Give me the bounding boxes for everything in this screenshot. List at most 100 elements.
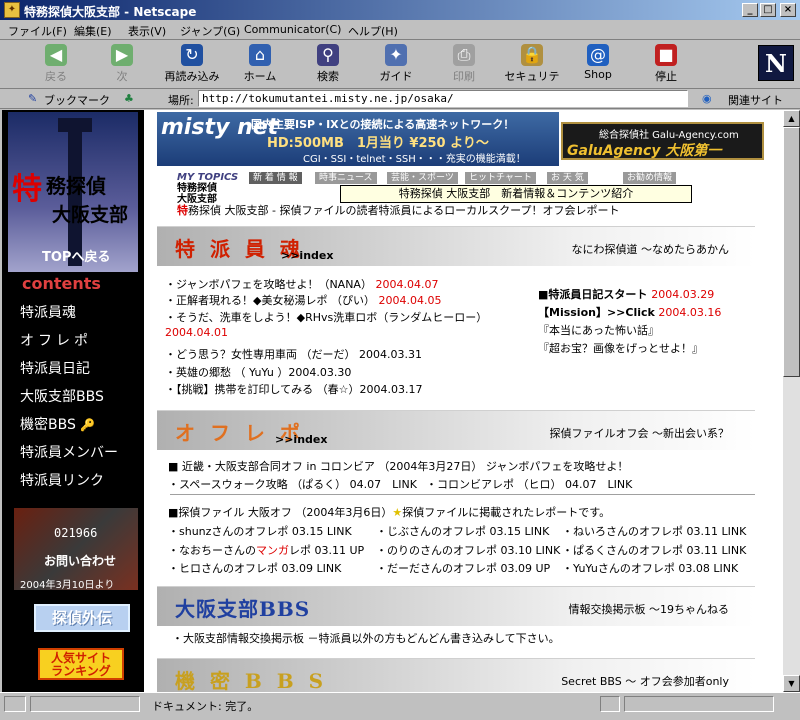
report-item[interactable]: ・shunzさんのオフレポ 03.15 LINK <box>168 523 352 539</box>
item-date: 2004.04.05 <box>378 294 442 307</box>
sidebar-item-members[interactable]: 特派員メンバー <box>20 442 118 462</box>
mission-text: 【Mission】>>Click <box>538 306 655 319</box>
menu-view[interactable]: 表示(V) <box>128 23 166 39</box>
related-sites-icon[interactable]: ◉ <box>702 92 712 105</box>
menu-go[interactable]: ジャンプ(G) <box>180 23 240 39</box>
report-item[interactable]: ・なおちーさんのマンガレポ 03.11 UP <box>168 542 364 558</box>
sidebar-item-kimitsu[interactable]: 機密BBS 🔑 <box>20 414 95 434</box>
bookmarks-button[interactable]: ブックマーク <box>44 92 110 108</box>
menu-communicator[interactable]: Communicator(C) <box>244 23 341 36</box>
mission-link-2[interactable]: 『超お宝？画像をげっとせよ！』 <box>538 340 703 356</box>
mission-link-1[interactable]: 『本当にあった怖い話』 <box>538 322 659 338</box>
misty-banner[interactable]: misty net 国内主要ISP・IXとの接続による高速ネットワーク！ HD:… <box>157 112 559 166</box>
maximize-button[interactable]: □ <box>760 3 776 17</box>
menu-file[interactable]: ファイル(F) <box>8 23 67 39</box>
tab-recommend[interactable]: お勧め情報 <box>623 172 677 184</box>
list-item[interactable]: ・英雄の郷愁 （ YuYu ）2004.03.30 <box>165 364 351 380</box>
reload-icon: ↻ <box>181 44 203 66</box>
offrepo-spacewalk[interactable]: ・スペースウォーク攻略 （ぱるく） 04.07 LINK <box>168 476 417 492</box>
print-icon: ⎙ <box>453 44 475 66</box>
list-item[interactable]: ・正解者現れる！◆美女秘湯レポ （ぴい） 2004.04.05 <box>165 292 441 308</box>
offrepo-index-link[interactable]: >>index <box>275 433 327 446</box>
minimize-button[interactable]: _ <box>742 3 758 17</box>
related-sites-button[interactable]: 関連サイト <box>728 92 783 108</box>
report-item[interactable]: ・だーださんのオフレポ 03.09 UP <box>376 560 550 576</box>
menu-edit[interactable]: 編集(E) <box>74 23 112 39</box>
tab-news[interactable]: 新 着 情 報 <box>249 172 302 184</box>
scroll-up-arrow-icon[interactable]: ▲ <box>783 110 800 127</box>
security-button[interactable]: 🔒セキュリティ <box>500 44 564 99</box>
ranking-l1: 人気サイト <box>50 651 111 665</box>
report-item[interactable]: ・じぶさんのオフレポ 03.15 LINK <box>376 523 549 539</box>
tantei-gaiden-button[interactable]: 探偵外伝 <box>34 604 130 632</box>
list-item[interactable]: ・ジャンボパフェを攻略せよ！（NANA） 2004.04.07 <box>165 276 438 292</box>
misty-line1: 国内主要ISP・IXとの接続による高速ネットワーク！ <box>251 118 515 131</box>
list-item[interactable]: ・【挑戦】携帯を訂印してみる （春☆）2004.03.17 <box>165 381 423 397</box>
tab-weather[interactable]: お 天 気 <box>547 172 588 184</box>
list-item[interactable]: ・そうだ、洗車をしよう！◆RHvs洗車ロボ（ランダムヒーロー） <box>165 309 487 325</box>
sidebar-item-offrepo[interactable]: オフレポ <box>20 330 92 350</box>
status-bar: ドキュメント: 完了。 <box>0 692 800 720</box>
site-logo[interactable]: 特 務探偵 大阪支部 TOPへ戻る <box>8 112 138 272</box>
security-lock-icon[interactable] <box>600 696 620 712</box>
top-back-link[interactable]: TOPへ戻る <box>42 246 110 265</box>
report-item[interactable]: ・YuYuさんのオフレポ 03.08 LINK <box>562 560 738 576</box>
offrepo-colombia[interactable]: ・コロンビアレポ （ヒロ） 04.07 LINK <box>426 476 632 492</box>
site-sidebar: 特 務探偵 大阪支部 TOPへ戻る contents 特派員魂 オフレポ 特派員… <box>2 110 144 692</box>
item-date: 2004.04.07 <box>375 278 439 291</box>
report-item[interactable]: ・ねいろさんのオフレポ 03.11 LINK <box>562 523 746 539</box>
home-button[interactable]: ⌂ ホーム <box>232 44 288 86</box>
news-ticker[interactable]: 特務探偵 大阪支部 - 探偵ファイルの読者特派員によるローカルスクープ！オフ会レ… <box>177 202 619 218</box>
report-item[interactable]: ・のりのさんのオフレポ 03.10 LINK <box>376 542 560 558</box>
ranking-button[interactable]: 人気サイト ランキング <box>38 648 124 680</box>
mission-item[interactable]: 【Mission】>>Click 2004.03.16 <box>538 304 721 320</box>
kimitsu-subtitle: Secret BBS ～ オフ会参加者only <box>561 675 729 688</box>
tab-geinou[interactable]: 芸能・スポーツ <box>387 172 458 184</box>
sidebar-item-tokuhain[interactable]: 特派員魂 <box>20 302 76 322</box>
reload-button[interactable]: ↻ 再読み込み <box>160 44 224 86</box>
guide-button[interactable]: ✦ ガイド <box>368 44 424 86</box>
netscape-app-icon[interactable]: ✦ <box>4 2 20 18</box>
sidebar-item-bbs[interactable]: 大阪支部BBS <box>20 386 104 406</box>
topics-logo: MY TOPICS 特務探偵 大阪支部 <box>177 172 238 205</box>
report-item[interactable]: ・ぱるくさんのオフレポ 03.11 LINK <box>562 542 746 558</box>
access-counter: 021966 <box>54 526 98 540</box>
scroll-thumb[interactable] <box>783 127 800 377</box>
section-kimitsu-title[interactable]: 機 密 B B S <box>175 665 327 692</box>
url-input[interactable] <box>198 90 688 107</box>
forward-button[interactable]: ▶ 次 <box>94 44 150 86</box>
bookmark-icon[interactable]: ✎ <box>28 92 37 105</box>
sidebar-item-links[interactable]: 特派員リンク <box>20 470 104 490</box>
diary-item[interactable]: ■特派員日記スタート 2004.03.29 <box>538 286 714 302</box>
shop-icon: @ <box>587 44 609 66</box>
component-bar[interactable] <box>624 696 774 712</box>
divider <box>170 494 755 495</box>
sidebar-item-diary[interactable]: 特派員日記 <box>20 358 90 378</box>
item-text: ・ジャンボパフェを攻略せよ！（NANA） <box>165 278 372 291</box>
print-button[interactable]: ⎙ 印刷 <box>436 44 492 86</box>
back-button[interactable]: ◀ 戻る <box>28 44 84 86</box>
inquiry-link[interactable]: お問い合わせ <box>44 552 116 569</box>
shop-button[interactable]: @ Shop <box>570 44 626 86</box>
page-proxy-icon[interactable]: ♣ <box>124 92 134 105</box>
item-text: ・そうだ、洗車をしよう！◆RHvs洗車ロボ（ランダムヒーロー） <box>165 311 488 324</box>
bbs-link[interactable]: ・大阪支部情報交換掲示板 －特派員以外の方もどんどん書き込みして下さい。 <box>172 630 560 646</box>
report-item[interactable]: ・ヒロさんのオフレポ 03.09 LINK <box>168 560 341 576</box>
stop-icon: ■ <box>655 44 677 66</box>
tab-chart[interactable]: ヒットチャート <box>465 172 536 184</box>
section-bbs-title[interactable]: 大阪支部BBS <box>175 593 310 622</box>
galu-agency-banner[interactable]: 総合探偵社 Galu-Agency.com GaluAgency 大阪第一 <box>561 122 764 160</box>
close-button[interactable]: × <box>780 3 796 17</box>
netscape-logo[interactable]: N <box>758 45 794 81</box>
item-date: 2004.04.01 <box>165 326 228 339</box>
menu-help[interactable]: ヘルプ(H) <box>348 23 398 39</box>
scroll-down-arrow-icon[interactable]: ▼ <box>783 675 800 692</box>
tokuhain-index-link[interactable]: >>index <box>281 249 333 262</box>
list-item[interactable]: ・どう思う？女性専用車両 （だーだ） 2004.03.31 <box>165 346 422 362</box>
tab-jiji[interactable]: 時事ニュース <box>315 172 377 184</box>
offrepo-osaka-off[interactable]: ■探偵ファイル 大阪オフ （2004年3月6日）★探偵ファイルに掲載されたレポー… <box>168 504 610 520</box>
offrepo-joint-off[interactable]: ■ 近畿・大阪支部合同オフ in コロンビア （2004年3月27日） ジャンボ… <box>168 458 628 474</box>
stop-button[interactable]: ■ 停止 <box>638 44 694 86</box>
search-button[interactable]: ⚲ 検索 <box>300 44 356 86</box>
vertical-scrollbar[interactable]: ▲ ▼ <box>783 110 800 692</box>
